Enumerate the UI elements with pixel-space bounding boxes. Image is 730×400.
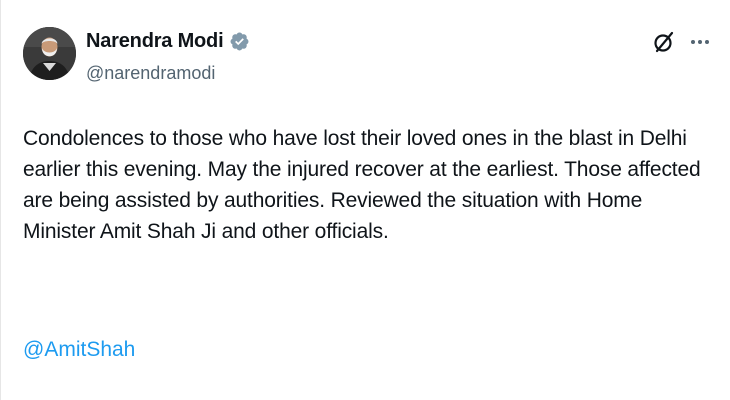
mention-link[interactable]: @AmitShah — [23, 338, 135, 362]
verified-badge-icon — [229, 31, 250, 52]
avatar-image — [23, 27, 76, 80]
avatar[interactable] — [23, 27, 76, 80]
more-options-icon[interactable] — [690, 30, 710, 54]
author-handle[interactable]: @narendramodi — [86, 63, 215, 84]
tweet-text: Condolences to those who have lost their… — [23, 127, 701, 243]
grok-icon[interactable] — [652, 30, 676, 54]
tweet-card: Narendra Modi @narendramodi Condolences … — [0, 0, 730, 400]
author-display-name[interactable]: Narendra Modi — [86, 30, 224, 53]
tweet-top-actions — [652, 30, 710, 54]
author-name-row: Narendra Modi — [86, 30, 250, 53]
